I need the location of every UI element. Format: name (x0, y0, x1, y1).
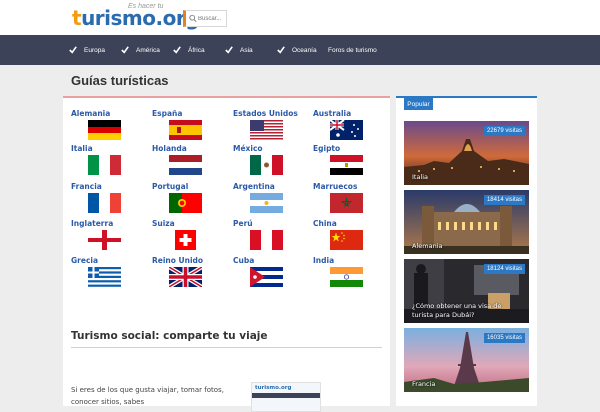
visits-badge: 22679 visitas (483, 126, 525, 136)
check-icon (121, 46, 129, 54)
social-section-title: Turismo social: comparte tu viaje (71, 330, 268, 342)
country-name: Estados Unidos (233, 109, 298, 118)
nav-item-label: Oceanía (292, 46, 317, 54)
page-title: Guías turísticas (71, 73, 169, 88)
germany-flag-icon (88, 120, 121, 140)
popular-item-caption: Francia (412, 380, 436, 388)
switzerland-flag-icon (169, 230, 202, 250)
visits-badge: 18124 visitas (483, 264, 525, 274)
divider (71, 347, 382, 348)
country-name: Argentina (233, 182, 275, 191)
popular-item-dubai[interactable]: 18124 visitas ¿Cómo obtener una visa de … (404, 259, 529, 323)
tab-popular[interactable]: Popular (404, 98, 433, 110)
portugal-flag-icon (169, 193, 202, 213)
nav-item-label: Europa (84, 46, 105, 54)
morocco-flag-icon (330, 193, 363, 213)
country-name: Italia (71, 144, 93, 153)
logo-text-t: t (72, 6, 82, 30)
france-flag-icon (88, 193, 121, 213)
country-name: Holanda (152, 144, 187, 153)
italy-flag-icon (88, 155, 121, 175)
nav-item-label: América (136, 46, 160, 54)
peru-flag-icon (250, 230, 283, 250)
china-flag-icon (330, 230, 363, 250)
country-name: Egipto (313, 144, 341, 153)
search-box[interactable] (183, 10, 227, 27)
uk-flag-icon (169, 267, 202, 287)
country-name: Perú (233, 219, 253, 228)
visits-badge: 16035 visitas (483, 333, 525, 343)
spain-flag-icon (169, 120, 202, 140)
social-thumbnail[interactable]: turismo.org (251, 382, 321, 412)
argentina-flag-icon (250, 193, 283, 213)
logo-tagline: Es hacer tu (128, 3, 164, 10)
country-name: Reino Unido (152, 256, 204, 265)
nav-item-label: Asia (240, 46, 253, 54)
country-name: España (152, 109, 183, 118)
popular-item-paris[interactable]: 16035 visitas Francia (404, 328, 529, 392)
main-nav: Europa América África Asia Oceanía Foros… (0, 35, 600, 65)
egypt-flag-icon (330, 155, 363, 175)
australia-flag-icon (330, 120, 363, 140)
popular-sidebar: Popular 22679 visitas Italia 18414 visit… (396, 96, 537, 406)
popular-item-caption: Italia (412, 173, 429, 181)
nav-item-label: África (188, 46, 205, 54)
country-link-uk[interactable]: Reino Unido (152, 256, 222, 300)
country-name: Suiza (152, 219, 175, 228)
greece-flag-icon (88, 267, 121, 287)
country-name: Francia (71, 182, 102, 191)
country-name: Alemania (71, 109, 111, 118)
check-icon (69, 46, 77, 54)
thumbnail-nav-bar (252, 393, 320, 398)
india-flag-icon (330, 267, 363, 287)
nav-item-label: Foros de turismo (328, 46, 377, 54)
nav-item-europa[interactable]: Europa (69, 42, 105, 58)
mexico-flag-icon (250, 155, 283, 175)
thumbnail-logo: turismo.org (255, 385, 292, 391)
check-icon (173, 46, 181, 54)
england-flag-icon (88, 230, 121, 250)
country-name: Inglaterra (71, 219, 114, 228)
country-name: Grecia (71, 256, 99, 265)
cuba-flag-icon (250, 267, 283, 287)
site-header: turismo.org Es hacer tu (0, 0, 600, 35)
nav-item-foros[interactable]: Foros de turismo (328, 42, 377, 58)
country-name: Marruecos (313, 182, 358, 191)
popular-item-caption: Alemania (412, 242, 443, 250)
country-guides-panel: Alemania España Estados Unidos Australia Ita… (63, 96, 390, 412)
popular-item-caption: ¿Cómo obtener una visa de turista para D… (412, 302, 502, 319)
check-icon (225, 46, 233, 54)
country-name: Cuba (233, 256, 255, 265)
nav-item-america[interactable]: América (121, 42, 160, 58)
search-input[interactable] (198, 11, 226, 26)
popular-item-berlin[interactable]: 18414 visitas Alemania (404, 190, 529, 254)
country-link-greece[interactable]: Grecia (71, 256, 141, 300)
country-name: Australia (313, 109, 352, 118)
netherlands-flag-icon (169, 155, 202, 175)
search-icon (189, 14, 197, 23)
usa-flag-icon (250, 120, 283, 140)
country-name: China (313, 219, 337, 228)
social-section-text: Si eres de los que gusta viajar, tomar f… (71, 386, 224, 406)
nav-item-africa[interactable]: África (173, 42, 205, 58)
nav-item-oceania[interactable]: Oceanía (277, 42, 317, 58)
country-name: India (313, 256, 335, 265)
popular-item-rome[interactable]: 22679 visitas Italia (404, 121, 529, 185)
visits-badge: 18414 visitas (483, 195, 525, 205)
country-name: México (233, 144, 263, 153)
nav-item-asia[interactable]: Asia (225, 42, 253, 58)
country-link-cuba[interactable]: Cuba (233, 256, 303, 300)
check-icon (277, 46, 285, 54)
country-link-india[interactable]: India (313, 256, 383, 300)
country-name: Portugal (152, 182, 189, 191)
